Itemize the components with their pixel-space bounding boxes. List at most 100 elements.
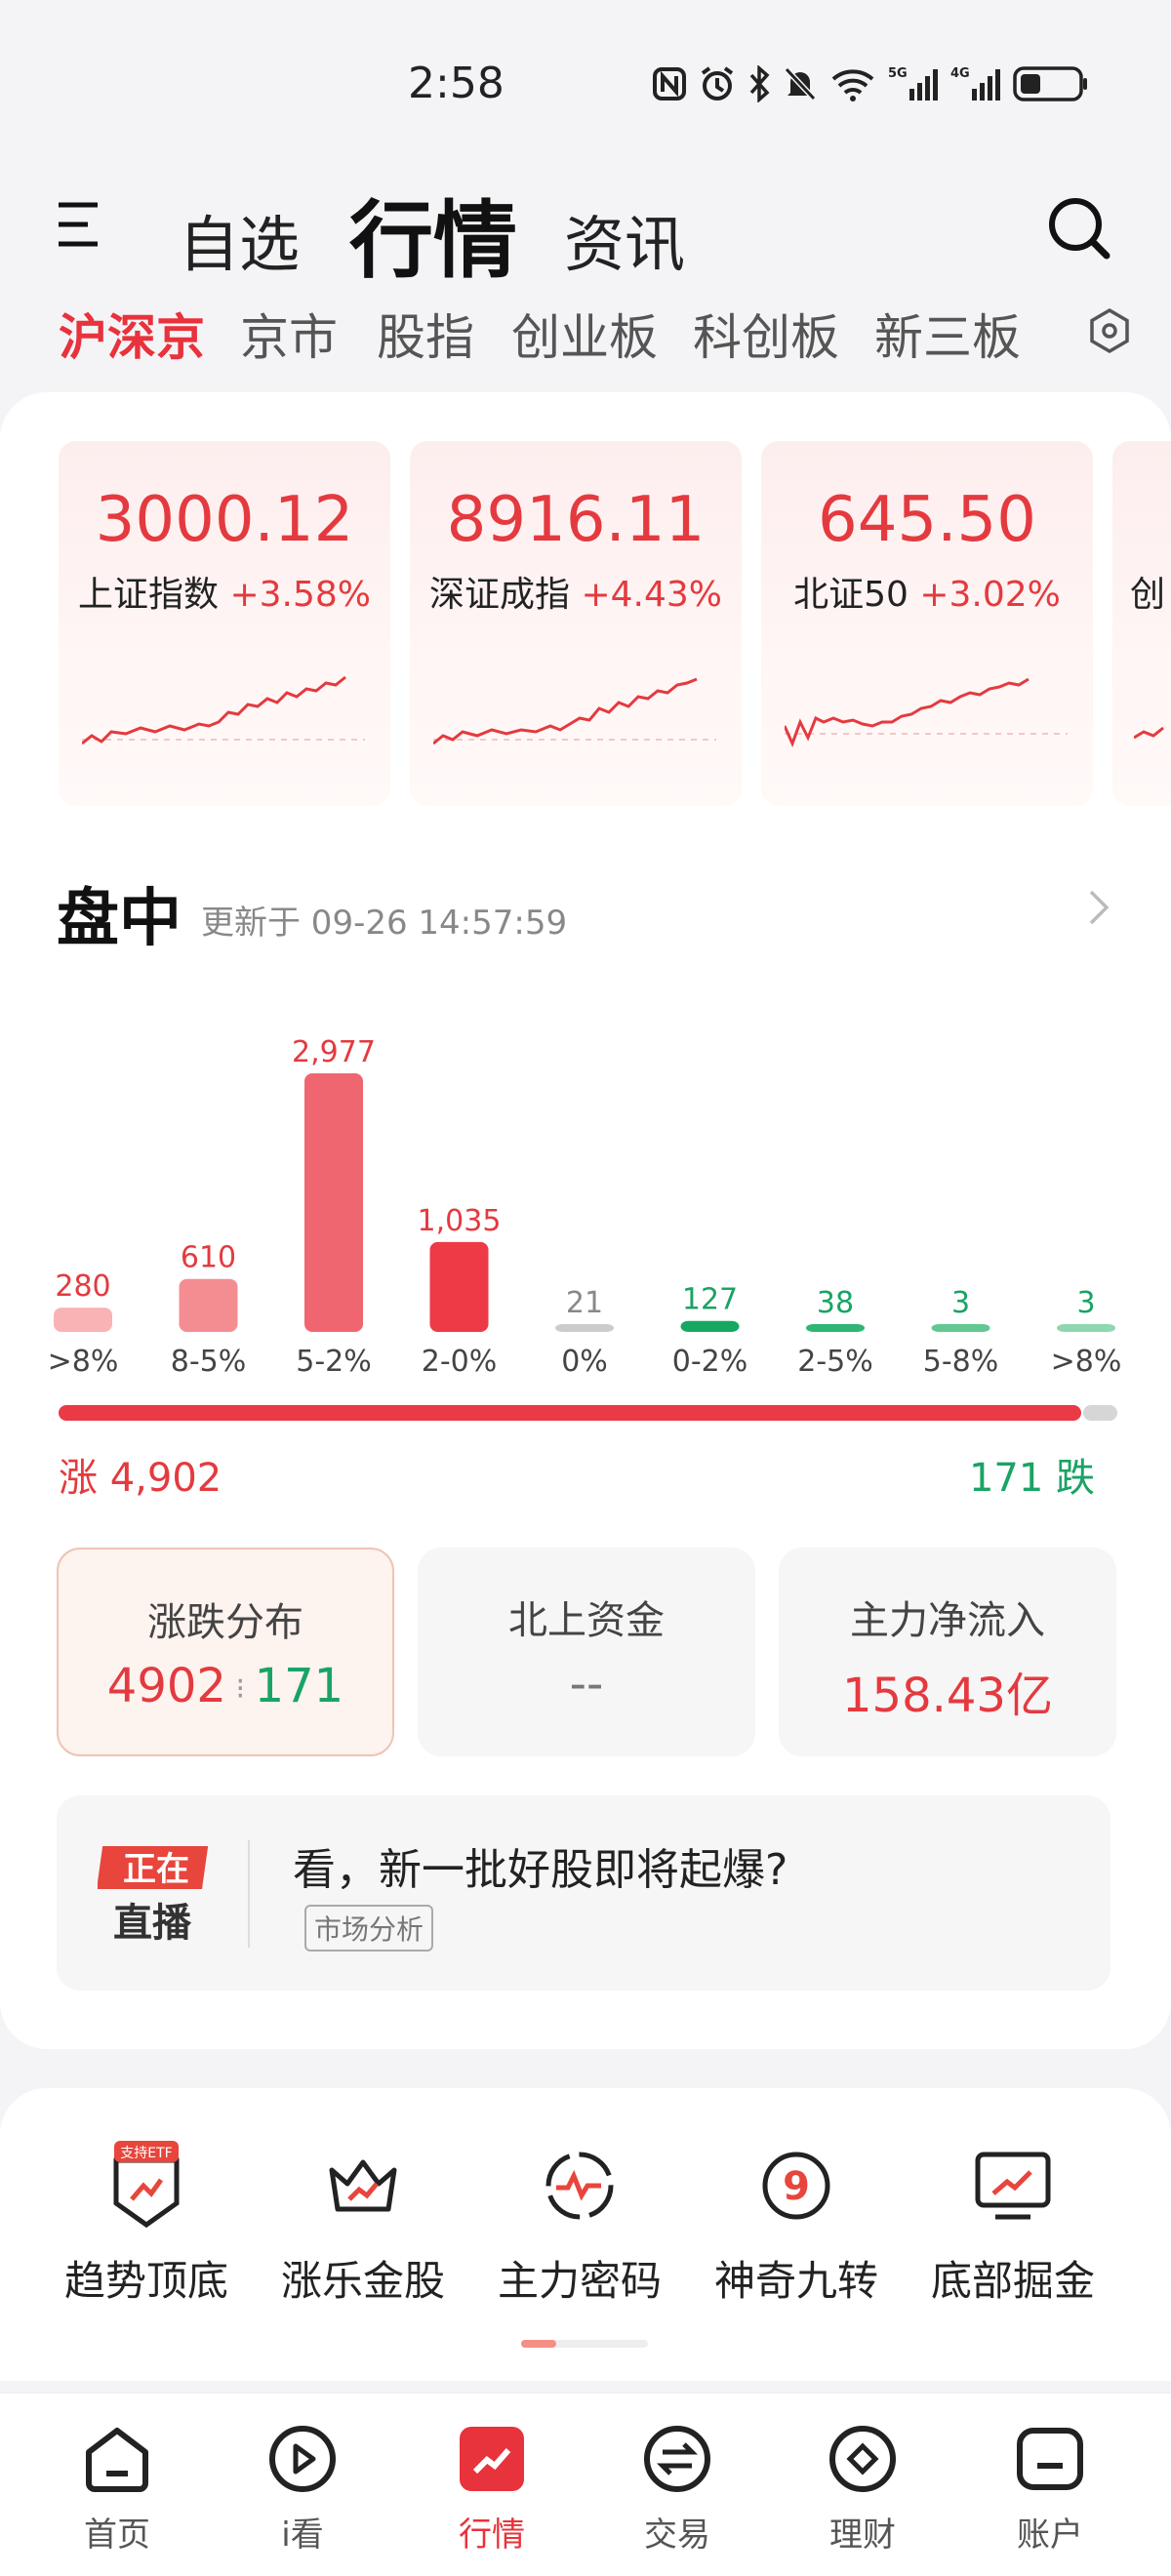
index-card-shanghai[interactable]: 3000.12 上证指数 +3.58% — [59, 441, 390, 806]
settings-icon[interactable] — [1085, 306, 1134, 359]
nav-trade[interactable]: 交易 — [599, 2420, 755, 2556]
chevron-right-icon[interactable] — [1087, 888, 1110, 931]
svg-text:9: 9 — [783, 2164, 810, 2209]
index-value: 8916.11 — [446, 484, 706, 556]
battery-icon — [1013, 66, 1087, 101]
tool-magic-nine[interactable]: 9 神奇九转 — [689, 2137, 904, 2308]
category-label: 5-2% — [296, 1345, 372, 1379]
stat-value: 158.43亿 — [842, 1669, 1053, 1723]
index-card-beizheng[interactable]: 645.50 北证50 +3.02% — [761, 441, 1093, 806]
live-badge: 正在 直播 — [96, 1840, 215, 1952]
index-name: 上证指数 +3.58% — [78, 575, 371, 615]
status-icons: 5G 4G — [652, 64, 1089, 103]
svg-text:5G: 5G — [888, 66, 908, 81]
index-value: 3000.12 — [95, 484, 354, 556]
index-sparkline — [785, 677, 1068, 748]
bar-1 — [179, 1278, 238, 1332]
section-title: 盘中 — [57, 883, 182, 955]
tool-label: 主力密码 — [497, 2257, 662, 2305]
index-name: 深证成指 +4.43% — [429, 575, 722, 615]
index-card-shenzhen[interactable]: 8916.11 深证成指 +4.43% — [410, 441, 742, 806]
wifi-icon — [831, 69, 874, 101]
search-icon[interactable] — [1046, 195, 1112, 265]
subtab-hushenjing[interactable]: 沪深京 — [59, 299, 205, 369]
tool-bottom-dig[interactable]: 底部掘金 — [906, 2137, 1120, 2308]
svg-text:4G: 4G — [950, 66, 970, 81]
index-card-chuangye[interactable]: 创 — [1112, 441, 1171, 806]
nav-finance[interactable]: 理财 — [785, 2420, 941, 2556]
bar-value-label: 280 — [55, 1269, 110, 1304]
nav-watch[interactable]: i看 — [224, 2420, 381, 2556]
nav-account[interactable]: 账户 — [972, 2420, 1128, 2556]
subtab-guzhi[interactable]: 股指 — [377, 299, 474, 369]
subtab-jingshi[interactable]: 京市 — [240, 299, 338, 369]
tool-trend-top-bottom[interactable]: 支持ETF 趋势顶底 — [39, 2137, 254, 2308]
category-label: >8% — [1051, 1345, 1122, 1379]
distribution-chart: 280 >8% 610 8-5% 2,977 5-2% 1,035 2-0% 21 0% 127 0-… — [48, 1035, 1122, 1379]
tool-label: 神奇九转 — [713, 2257, 878, 2305]
tab-market[interactable]: 行情 — [349, 172, 517, 294]
category-label: 0% — [561, 1345, 608, 1379]
tabs-fade — [1015, 293, 1064, 366]
stat-main-inflow[interactable]: 主力净流入 158.43亿 — [779, 1548, 1116, 1756]
category-label: 5-8% — [923, 1345, 999, 1379]
subtab-chuangyeban[interactable]: 创业板 — [511, 299, 658, 369]
bar-value-label: 38 — [817, 1286, 854, 1320]
index-name: 创 — [1130, 575, 1166, 615]
nav-label: 交易 — [644, 2516, 710, 2555]
pulse-circle-icon — [545, 2152, 614, 2220]
live-tag: 市场分析 — [304, 1905, 434, 1952]
subtab-xinsanban[interactable]: 新三板 — [874, 299, 1021, 369]
stat-value: -- — [569, 1657, 604, 1711]
bar-value-label: 1,035 — [418, 1204, 502, 1238]
tool-zhangle-gold[interactable]: 涨乐金股 — [256, 2137, 470, 2308]
tool-label: 底部掘金 — [930, 2257, 1095, 2305]
down-progress-bar — [1083, 1405, 1117, 1421]
bar-value-label: 21 — [566, 1286, 603, 1320]
tab-watchlist[interactable]: 自选 — [179, 195, 300, 283]
svg-text:直播: 直播 — [113, 1901, 192, 1946]
category-label: 0-2% — [672, 1345, 748, 1379]
tab-news[interactable]: 资讯 — [564, 195, 685, 283]
stat-title: 主力净流入 — [850, 1598, 1045, 1643]
live-title: 看，新一批好股即将起爆? — [293, 1845, 788, 1895]
bar-7 — [931, 1324, 990, 1332]
exchange-icon — [644, 2426, 710, 2492]
bar-3 — [429, 1241, 489, 1332]
stat-northbound[interactable]: 北上资金 -- — [418, 1548, 755, 1756]
nav-label: 行情 — [459, 2516, 525, 2555]
index-change: +3.02% — [919, 575, 1061, 615]
nav-label: 首页 — [84, 2516, 150, 2555]
bar-2 — [304, 1073, 363, 1332]
stat-distribution[interactable]: 涨跌分布 4902 ⁝ 171 — [57, 1548, 394, 1756]
bar-0 — [54, 1308, 112, 1332]
stat-title: 北上资金 — [508, 1598, 665, 1643]
svg-text:正在: 正在 — [123, 1850, 189, 1889]
tools-scroll-thumb — [521, 2340, 556, 2348]
index-value: 645.50 — [818, 484, 1036, 556]
mute-icon — [784, 66, 817, 101]
diamond-icon — [829, 2426, 896, 2492]
nav-market[interactable]: 行情 — [414, 2420, 570, 2556]
tool-label: 涨乐金股 — [280, 2257, 445, 2305]
bar-value-label: 610 — [181, 1241, 236, 1275]
index-change: +3.58% — [229, 575, 371, 615]
up-count: 涨 4,902 — [59, 1456, 222, 1501]
status-time: 2:58 — [408, 59, 505, 108]
subtab-kechuangban[interactable]: 科创板 — [693, 299, 839, 369]
index-change: +4.43% — [581, 575, 722, 615]
account-icon — [1017, 2428, 1083, 2490]
category-label: 2-0% — [422, 1345, 498, 1379]
bar-4 — [555, 1324, 614, 1332]
category-label: 8-5% — [171, 1345, 247, 1379]
tool-label: 趋势顶底 — [63, 2257, 228, 2305]
signal-4g-icon: 4G — [950, 66, 1000, 101]
nav-home[interactable]: 首页 — [39, 2420, 195, 2556]
bar-5 — [680, 1320, 740, 1332]
bar-8 — [1057, 1324, 1115, 1332]
tool-main-code[interactable]: 主力密码 — [472, 2137, 687, 2308]
index-name: 北证50 +3.02% — [793, 575, 1061, 615]
crown-icon — [329, 2159, 397, 2212]
monitor-chart-icon — [975, 2152, 1051, 2220]
menu-icon[interactable] — [57, 201, 100, 252]
